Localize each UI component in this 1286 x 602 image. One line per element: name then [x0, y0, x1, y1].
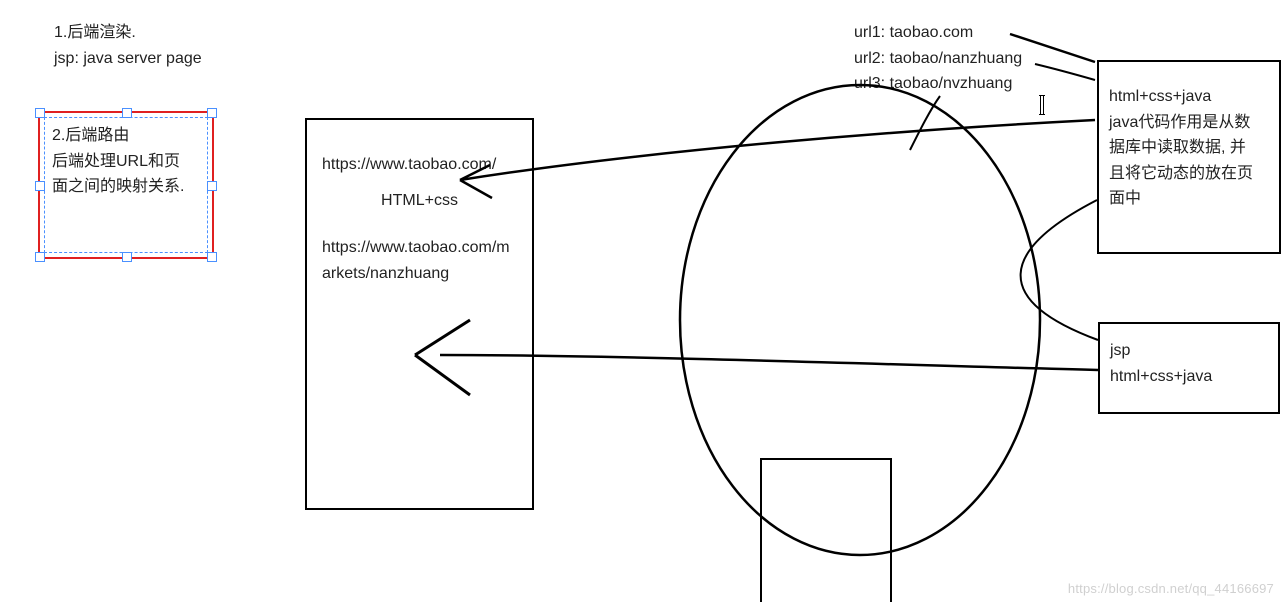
- right-top-line-2: java代码作用是从数: [1109, 110, 1271, 136]
- resize-handle[interactable]: [207, 252, 217, 262]
- arrow-url1-to-box: [1010, 34, 1095, 62]
- box-rendered-page: https://www.taobao.com/ HTML+css https:/…: [305, 118, 534, 510]
- left-url-1: https://www.taobao.com/: [322, 152, 517, 178]
- arrow-box-top-to-bottom: [1021, 200, 1098, 340]
- right-top-line-3: 据库中读取数据, 并: [1109, 135, 1271, 161]
- resize-handle[interactable]: [122, 108, 132, 118]
- right-top-text: html+css+java java代码作用是从数 据库中读取数据, 并 且将它…: [1109, 84, 1271, 212]
- right-top-line-4: 且将它动态的放在页: [1109, 161, 1271, 187]
- heading-line-1: 1.后端渲染.: [54, 20, 202, 46]
- right-bottom-line-2: html+css+java: [1110, 364, 1212, 390]
- arrow-url2-to-box: [1035, 64, 1095, 80]
- heading-block: 1.后端渲染. jsp: java server page: [54, 20, 202, 71]
- url-item-2: url2: taobao/nanzhuang: [854, 46, 1022, 72]
- left-tech-1: HTML+css: [322, 188, 517, 214]
- left-box-text: https://www.taobao.com/ HTML+css https:/…: [322, 152, 517, 286]
- selected-line-2: 后端处理URL和页: [52, 149, 202, 175]
- right-top-line-5: 面中: [1109, 186, 1271, 212]
- resize-handle[interactable]: [207, 181, 217, 191]
- right-top-line-1: html+css+java: [1109, 84, 1271, 110]
- text-cursor-icon: [1040, 96, 1044, 114]
- url-list: url1: taobao.com url2: taobao/nanzhuang …: [854, 20, 1022, 97]
- left-url-2: https://www.taobao.com/markets/nanzhuang: [322, 235, 517, 286]
- resize-handle[interactable]: [122, 252, 132, 262]
- url-item-1: url1: taobao.com: [854, 20, 1022, 46]
- selected-line-1: 2.后端路由: [52, 123, 202, 149]
- line-url3-into-ellipse: [910, 96, 940, 150]
- box-empty: [760, 458, 892, 602]
- selected-line-3: 面之间的映射关系.: [52, 174, 202, 200]
- url-item-3: url3: taobao/nvzhuang: [854, 71, 1022, 97]
- resize-handle[interactable]: [207, 108, 217, 118]
- annotation-overlay: [0, 0, 1286, 602]
- selected-text-frame[interactable]: 2.后端路由 后端处理URL和页 面之间的映射关系.: [38, 111, 214, 259]
- heading-line-2: jsp: java server page: [54, 46, 202, 72]
- resize-handle[interactable]: [35, 181, 45, 191]
- resize-handle[interactable]: [35, 252, 45, 262]
- resize-handle[interactable]: [35, 108, 45, 118]
- box-jsp: jsp html+css+java: [1098, 322, 1280, 414]
- selected-text: 2.后端路由 后端处理URL和页 面之间的映射关系.: [52, 123, 202, 200]
- right-bottom-line-1: jsp: [1110, 338, 1212, 364]
- watermark-text: https://blog.csdn.net/qq_44166697: [1068, 581, 1274, 596]
- box-server-explainer: html+css+java java代码作用是从数 据库中读取数据, 并 且将它…: [1097, 60, 1281, 254]
- arrow-server-to-leftbox-top: [460, 120, 1095, 198]
- right-bottom-text: jsp html+css+java: [1110, 338, 1212, 389]
